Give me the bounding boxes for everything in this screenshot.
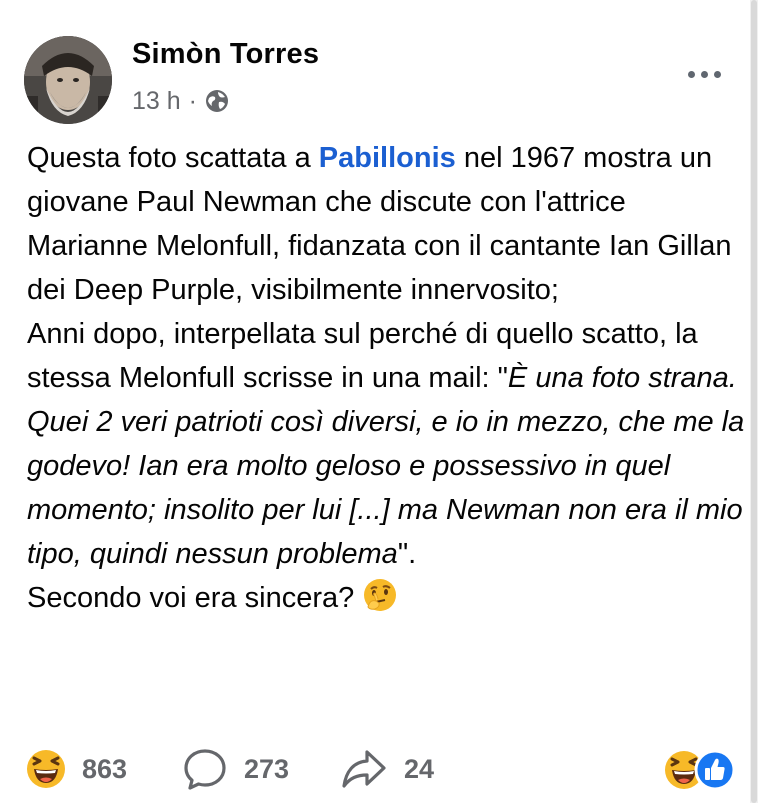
post-paragraph-2: Anni dopo, interpellata sul perché di qu… xyxy=(27,318,745,570)
comments-count: 273 xyxy=(244,753,290,784)
author-name[interactable]: Simòn Torres xyxy=(132,38,319,71)
post-meta: 13 h · xyxy=(132,86,229,116)
post-footer: 863 273 24 xyxy=(0,738,750,803)
share-arrow-icon xyxy=(342,750,386,788)
post-header: Simòn Torres 13 h · xyxy=(0,0,750,130)
mention-link[interactable]: Pabillonis xyxy=(319,142,456,174)
reactions-summary[interactable] xyxy=(662,748,742,792)
post-body: Questa foto scattata a Pabillonis nel 19… xyxy=(27,136,747,620)
avatar-photo xyxy=(24,36,112,124)
like-thumb-icon xyxy=(694,749,736,791)
scrollbar-track[interactable] xyxy=(750,0,758,803)
meta-separator: · xyxy=(188,86,197,115)
share-button[interactable]: 24 xyxy=(340,738,434,800)
post-paragraph-1: Questa foto scattata a Pabillonis nel 19… xyxy=(27,142,732,306)
thinking-face-emoji xyxy=(364,579,397,612)
scrollbar-thumb[interactable] xyxy=(751,0,757,803)
reactions-button[interactable]: 863 xyxy=(24,738,127,800)
comment-bubble-icon xyxy=(184,749,226,790)
post-time[interactable]: 13 h xyxy=(132,87,181,116)
laughing-face-emoji xyxy=(27,750,65,788)
comment-button[interactable]: 273 xyxy=(182,738,289,800)
more-options-button[interactable] xyxy=(680,58,728,90)
post-paragraph-3: Secondo voi era sincera? xyxy=(27,576,747,620)
globe-icon[interactable] xyxy=(205,89,229,113)
shares-count: 24 xyxy=(404,753,435,784)
more-horizontal-icon xyxy=(687,70,695,78)
avatar[interactable] xyxy=(24,36,112,124)
reactions-count: 863 xyxy=(82,753,128,784)
